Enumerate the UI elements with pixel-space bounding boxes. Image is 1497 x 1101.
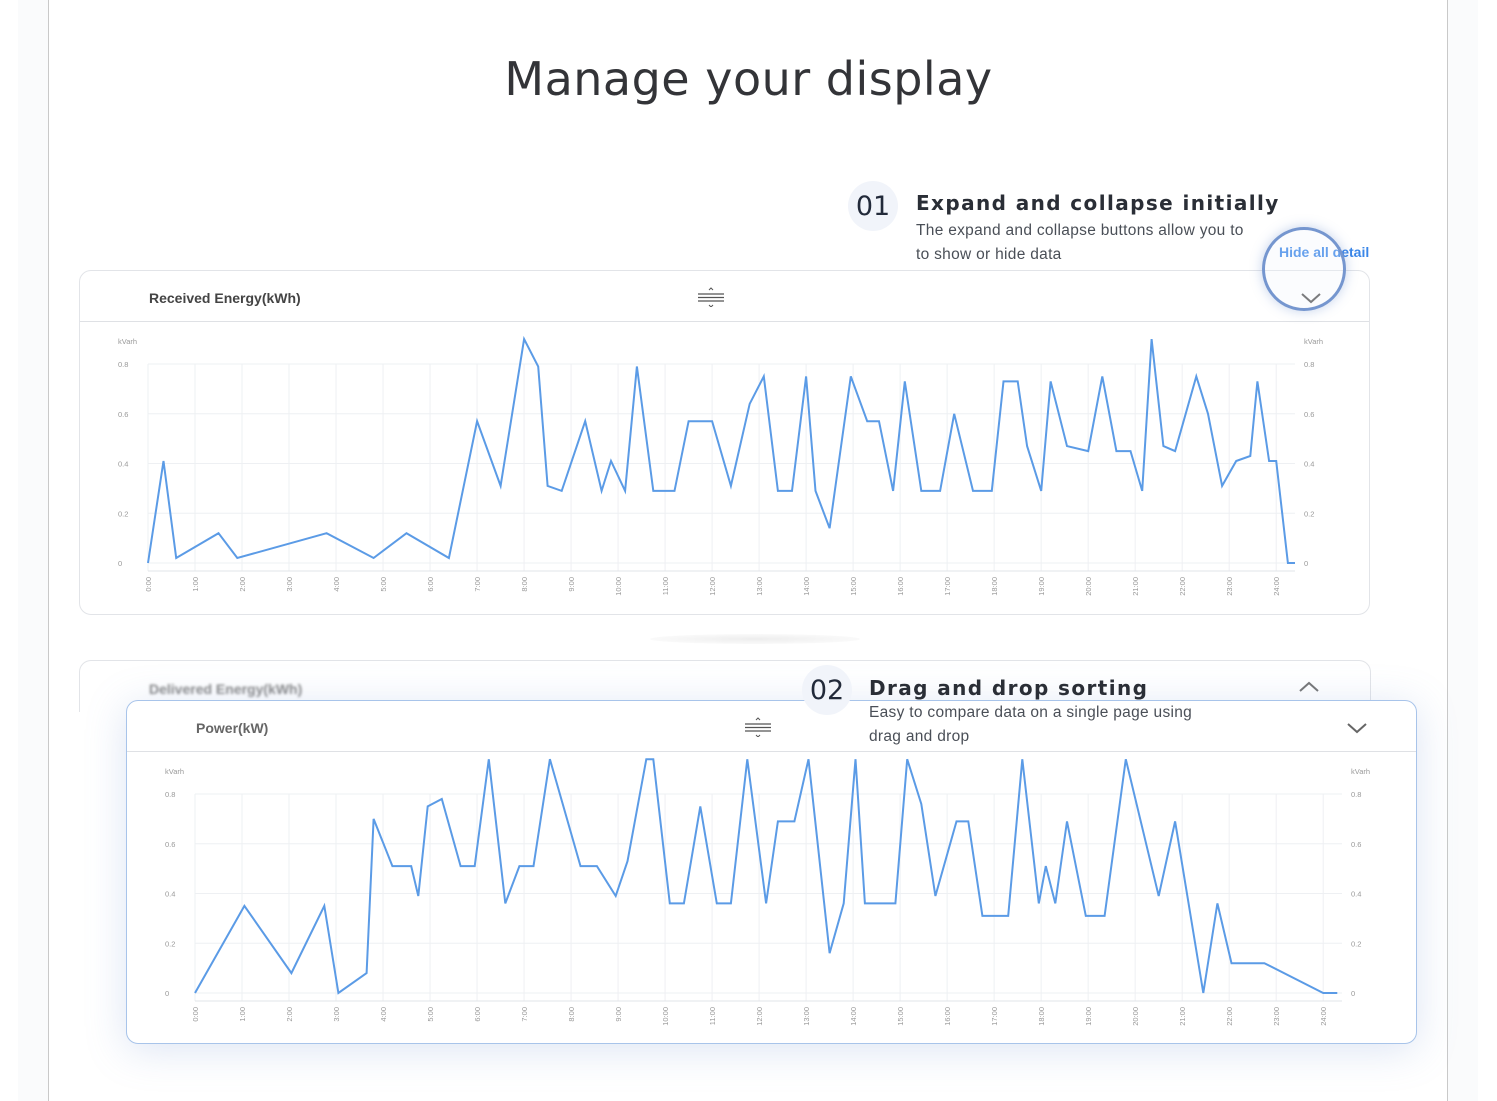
x-tick-label: 19:00 bbox=[1037, 577, 1046, 596]
x-tick-label: 9:00 bbox=[614, 1007, 623, 1022]
y-tick-label: 0 bbox=[165, 989, 169, 998]
feature-number-badge: 01 bbox=[848, 181, 898, 231]
y-tick-label-right: 0.8 bbox=[1304, 360, 1314, 369]
x-tick-label: 9:00 bbox=[567, 577, 576, 592]
feature-title: Drag and drop sorting bbox=[869, 676, 1149, 700]
x-tick-label: 7:00 bbox=[520, 1007, 529, 1022]
x-tick-label: 12:00 bbox=[708, 577, 717, 596]
x-tick-label: 5:00 bbox=[426, 1007, 435, 1022]
x-tick-label: 24:00 bbox=[1319, 1007, 1328, 1026]
y-tick-label: 0.6 bbox=[165, 840, 175, 849]
x-tick-label: 10:00 bbox=[614, 577, 623, 596]
x-tick-label: 23:00 bbox=[1272, 1007, 1281, 1026]
power-chart: 0 0 0.2 0.2 0.4 0.4 0.6 0.6 0.8 0.8 kVarh kVarh 0:00… bbox=[165, 758, 1370, 1026]
highlight-ring bbox=[1262, 227, 1346, 311]
x-tick-label: 18:00 bbox=[1037, 1007, 1046, 1026]
feature-description: The expand and collapse buttons allow yo… bbox=[916, 222, 1244, 263]
y-tick-label-right: 0.2 bbox=[1304, 509, 1314, 518]
x-tick-label: 3:00 bbox=[285, 577, 294, 592]
y-tick-label-right: 0.6 bbox=[1351, 840, 1361, 849]
card-title: Received Energy(kWh) bbox=[149, 290, 301, 306]
x-tick-label: 13:00 bbox=[755, 577, 764, 596]
x-tick-label: 21:00 bbox=[1178, 1007, 1187, 1026]
card-header: Power(kW) bbox=[127, 701, 1416, 752]
x-tick-label: 4:00 bbox=[332, 577, 341, 592]
x-tick-label: 12:00 bbox=[755, 1007, 764, 1026]
chevron-up-icon[interactable] bbox=[1298, 680, 1320, 694]
x-tick-label: 0:00 bbox=[144, 577, 153, 592]
x-tick-label: 8:00 bbox=[520, 577, 529, 592]
unit-label: kVarh bbox=[165, 767, 184, 776]
x-tick-label: 1:00 bbox=[238, 1007, 247, 1022]
y-tick-label-right: 0.6 bbox=[1304, 410, 1314, 419]
x-tick-label: 14:00 bbox=[802, 577, 811, 596]
x-tick-label: 16:00 bbox=[896, 577, 905, 596]
x-tick-label: 21:00 bbox=[1131, 577, 1140, 596]
card-title: Power(kW) bbox=[196, 720, 269, 736]
feature-title: Expand and collapse initially bbox=[916, 191, 1280, 215]
x-tick-label: 11:00 bbox=[708, 1007, 717, 1025]
received-energy-chart: 0 0 0.2 0.2 0.4 0.4 0.6 0.6 0.8 0.8 kVarh kVarh 0:00… bbox=[118, 335, 1323, 596]
x-tick-label: 6:00 bbox=[426, 577, 435, 592]
y-tick-label-right: 0.2 bbox=[1351, 939, 1361, 948]
x-tick-label: 19:00 bbox=[1084, 1007, 1093, 1026]
x-tick-label: 13:00 bbox=[802, 1007, 811, 1026]
received-energy-card: Received Energy(kWh) 0 0 0.2 0.2 0.4 0.4 0.6 0.… bbox=[79, 270, 1370, 615]
x-tick-label: 2:00 bbox=[285, 1007, 294, 1022]
x-tick-label: 5:00 bbox=[379, 577, 388, 592]
x-tick-label: 15:00 bbox=[896, 1007, 905, 1026]
y-tick-label: 0.6 bbox=[118, 410, 128, 419]
y-tick-label-right: 0.4 bbox=[1351, 890, 1361, 899]
unit-label-right: kVarh bbox=[1304, 337, 1323, 346]
x-tick-label: 20:00 bbox=[1131, 1007, 1140, 1026]
x-tick-label: 1:00 bbox=[191, 577, 200, 592]
y-tick-label-right: 0.4 bbox=[1304, 460, 1314, 469]
drag-handle-icon[interactable] bbox=[698, 287, 724, 307]
drag-shadow bbox=[650, 634, 860, 644]
x-tick-label: 22:00 bbox=[1178, 577, 1187, 596]
x-tick-label: 2:00 bbox=[238, 577, 247, 592]
x-tick-label: 10:00 bbox=[661, 1007, 670, 1026]
x-tick-label: 22:00 bbox=[1225, 1007, 1234, 1026]
y-tick-label: 0 bbox=[118, 559, 122, 568]
y-tick-label-right: 0 bbox=[1304, 559, 1308, 568]
x-tick-label: 20:00 bbox=[1084, 577, 1093, 596]
y-tick-label: 0.8 bbox=[165, 790, 175, 799]
x-tick-label: 18:00 bbox=[990, 577, 999, 596]
x-tick-label: 23:00 bbox=[1225, 577, 1234, 596]
page-title: Manage your display bbox=[504, 52, 993, 106]
chevron-down-icon[interactable] bbox=[1346, 721, 1368, 735]
x-tick-label: 24:00 bbox=[1272, 577, 1281, 596]
y-tick-label: 0.4 bbox=[165, 890, 175, 899]
x-tick-label: 3:00 bbox=[332, 1007, 341, 1022]
x-tick-label: 4:00 bbox=[379, 1007, 388, 1022]
x-tick-label: 16:00 bbox=[943, 1007, 952, 1026]
x-tick-label: 17:00 bbox=[943, 577, 952, 596]
x-tick-label: 8:00 bbox=[567, 1007, 576, 1022]
x-tick-label: 6:00 bbox=[473, 1007, 482, 1022]
x-tick-label: 11:00 bbox=[661, 577, 670, 595]
card-header: Received Energy(kWh) bbox=[80, 271, 1369, 322]
y-tick-label: 0.2 bbox=[118, 509, 128, 518]
y-tick-label-right: 0 bbox=[1351, 989, 1355, 998]
unit-label-right: kVarh bbox=[1351, 767, 1370, 776]
x-tick-label: 7:00 bbox=[473, 577, 482, 592]
x-tick-label: 17:00 bbox=[990, 1007, 999, 1026]
y-tick-label: 0.2 bbox=[165, 939, 175, 948]
drag-handle-icon[interactable] bbox=[745, 717, 771, 737]
y-tick-label-right: 0.8 bbox=[1351, 790, 1361, 799]
feature-description: Easy to compare data on a single page us… bbox=[869, 704, 1193, 745]
y-tick-label: 0.4 bbox=[118, 460, 128, 469]
x-tick-label: 14:00 bbox=[849, 1007, 858, 1026]
card-title: Delivered Energy(kWh) bbox=[149, 681, 303, 697]
feature-number-badge: 02 bbox=[802, 665, 852, 715]
power-card[interactable]: Power(kW) 0 0 0.2 0.2 0.4 0.4 0.6 0.6 0.8 0.8 kVar… bbox=[126, 700, 1417, 1044]
unit-label: kVarh bbox=[118, 337, 137, 346]
x-tick-label: 15:00 bbox=[849, 577, 858, 596]
series-line bbox=[147, 335, 1295, 564]
y-tick-label: 0.8 bbox=[118, 360, 128, 369]
x-tick-label: 0:00 bbox=[191, 1007, 200, 1022]
